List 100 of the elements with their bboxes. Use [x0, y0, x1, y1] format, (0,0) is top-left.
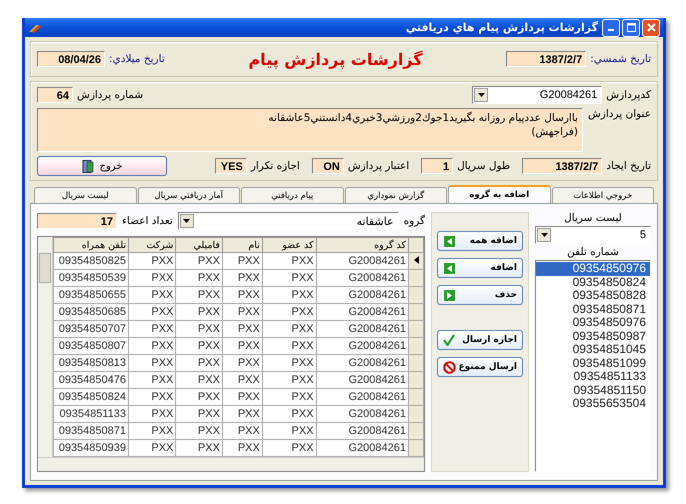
checkmark-icon: [443, 334, 455, 346]
table-cell: PXX: [262, 320, 316, 338]
phone-list-item[interactable]: 09354850976: [536, 262, 650, 276]
allow-repeat-field[interactable]: YES: [214, 158, 247, 174]
action-button[interactable]: ارسال ممنوع: [437, 357, 523, 377]
table-cell: PXX: [176, 286, 222, 304]
column-header[interactable]: فاميلي: [176, 238, 222, 252]
creation-date-field[interactable]: 1387/2/7: [522, 158, 602, 174]
table-cell: PXX: [176, 252, 222, 270]
process-validity-field[interactable]: ON: [312, 158, 344, 174]
tab[interactable]: گزارش نموداري: [344, 187, 447, 203]
table-cell: G20084261: [316, 338, 408, 354]
tab[interactable]: ليست سريال: [34, 187, 136, 203]
table-cell: 09354850707: [54, 320, 128, 338]
table-cell: PXX: [128, 388, 176, 406]
action-button[interactable]: حذف: [437, 285, 523, 305]
table-cell: PXX: [262, 286, 316, 304]
gregorian-date-field[interactable]: 08/04/26: [37, 51, 106, 67]
solar-date-field[interactable]: 1387/2/7: [506, 51, 586, 67]
maximize-icon: [626, 23, 636, 32]
table-cell: PXX: [128, 270, 176, 286]
serial-list-label: ليست سريال: [563, 212, 623, 224]
phone-list-item[interactable]: 09354850871: [536, 302, 650, 316]
door-icon: [82, 160, 94, 172]
gregorian-date-label: تاريخ ميلادي:: [109, 53, 165, 65]
column-header[interactable]: كد گروه: [316, 238, 408, 252]
horizontal-scrollbar[interactable]: [38, 457, 424, 471]
action-button[interactable]: اضافه همه: [437, 231, 523, 251]
column-header[interactable]: كد عضو: [262, 238, 316, 252]
table-cell: PXX: [262, 406, 316, 422]
table-cell: G20084261: [316, 286, 408, 304]
phone-list-item[interactable]: 09355653504: [536, 397, 650, 410]
process-number-label: شماره پردازش: [77, 89, 144, 101]
table-cell: PXX: [262, 338, 316, 354]
minimize-button[interactable]: [602, 18, 620, 36]
group-dropdown[interactable]: عاشقانه: [178, 212, 399, 230]
column-header[interactable]: شركت: [128, 238, 176, 252]
phone-list-item[interactable]: 09354851133: [536, 370, 650, 384]
table-cell: PXX: [262, 270, 316, 286]
phone-list-item[interactable]: 09354851099: [536, 356, 650, 370]
action-button[interactable]: اضافه: [437, 258, 523, 278]
process-number-field[interactable]: 64: [37, 87, 73, 103]
table-cell: G20084261: [316, 354, 408, 372]
phone-list-item[interactable]: 09354851045: [536, 343, 650, 356]
table-cell: PXX: [176, 304, 222, 320]
table-cell: PXX: [222, 388, 262, 406]
phone-list-item[interactable]: 09354850987: [536, 330, 650, 343]
phone-list-item[interactable]: 09354850976: [536, 316, 650, 330]
table-cell: PXX: [222, 320, 262, 338]
table-cell: PXX: [222, 252, 262, 270]
table-cell: PXX: [176, 320, 222, 338]
tab[interactable]: آمار دريافتي سريال: [138, 187, 240, 203]
phone-list-item[interactable]: 09354851150: [536, 384, 650, 397]
column-header[interactable]: نام: [222, 238, 262, 252]
member-count-label: تعداد اعضاء: [122, 215, 173, 227]
process-code-dropdown[interactable]: G20084261: [472, 86, 602, 104]
table-cell: PXX: [222, 354, 262, 372]
table-cell: PXX: [222, 304, 262, 320]
process-subject-field[interactable]: باارسال عددپيام روزانه بگيريد1جوك2ورزشي3خبري4دانستني5عاشقانه (فراجهش): [37, 108, 583, 152]
table-cell: PXX: [176, 270, 222, 286]
solar-date-label: تاريخ شمسي:: [590, 53, 651, 65]
table-cell: 09354851133: [54, 406, 128, 422]
close-button[interactable]: [642, 18, 660, 36]
table-cell: PXX: [262, 388, 316, 406]
process-validity-label: اعتبار پردازش: [348, 160, 410, 172]
table-cell: PXX: [262, 372, 316, 388]
creation-date-label: تاريخ ايجاد: [606, 160, 651, 172]
table-cell: PXX: [222, 338, 262, 354]
table-cell: PXX: [128, 406, 176, 422]
column-header[interactable]: تلفن همراه: [54, 238, 128, 252]
serial-list-dropdown[interactable]: 5: [535, 226, 651, 244]
report-title: گزارشات پردازش پيام: [248, 50, 423, 68]
table-cell: PXX: [176, 354, 222, 372]
member-count-field[interactable]: 17: [37, 213, 117, 229]
table-cell: 09354850824: [54, 388, 128, 406]
allow-repeat-label: اجازه تكرار: [250, 160, 300, 172]
dropdown-arrow-icon: [478, 93, 485, 97]
action-button[interactable]: اجازه ارسال: [437, 330, 523, 350]
table-cell: PXX: [176, 406, 222, 422]
vertical-scrollbar[interactable]: [38, 237, 53, 457]
table-cell: PXX: [128, 372, 176, 388]
dropdown-arrow-icon: [540, 233, 548, 237]
table-cell: PXX: [176, 338, 222, 354]
table-cell: 09354850813: [54, 354, 128, 372]
window-title: گزارشات پردازش پيام هاي دريافتي: [406, 21, 598, 34]
phone-list-item[interactable]: 09354850828: [536, 289, 650, 302]
phone-list-item[interactable]: 09354850824: [536, 276, 650, 289]
table-cell: PXX: [262, 304, 316, 320]
table-cell: PXX: [222, 406, 262, 422]
maximize-button[interactable]: [622, 18, 640, 36]
exit-button[interactable]: خروج: [37, 156, 167, 176]
tab[interactable]: پيام دريافتي: [241, 187, 344, 203]
tab[interactable]: اضافه به گروه: [448, 185, 550, 203]
table-cell: 09354850807: [54, 338, 128, 354]
tab[interactable]: خروجي اطلاعات: [552, 187, 654, 203]
table-cell: PXX: [262, 422, 316, 440]
table-cell: G20084261: [316, 304, 408, 320]
table-cell: PXX: [222, 422, 262, 440]
serial-length-field[interactable]: 1: [421, 158, 454, 174]
table-cell: G20084261: [316, 270, 408, 286]
